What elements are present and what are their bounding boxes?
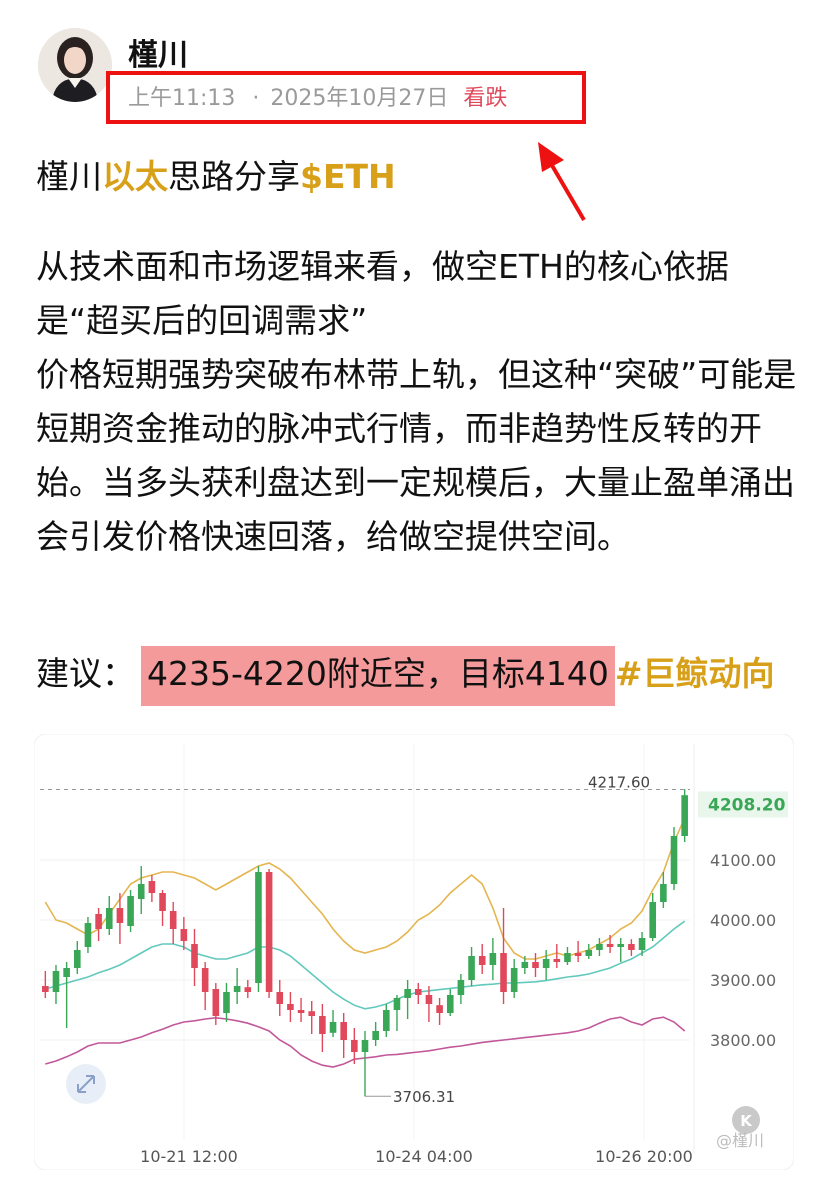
candle-body (457, 980, 465, 995)
candle-body (414, 989, 422, 995)
post-title: 槿川以太思路分享$ETH (36, 150, 396, 198)
post-body: 从技术面和市场逻辑来看，做空ETH的核心依据是“超买后的回调需求” 价格短期强势… (36, 240, 806, 564)
low-price-label: 3706.31 (393, 1088, 455, 1106)
candle-body (276, 992, 284, 1004)
hashtag-link[interactable]: #巨鲸动向 (615, 654, 775, 693)
candle-body (446, 995, 454, 1013)
avatar[interactable] (38, 28, 112, 102)
suggestion-value: 4235-4220附近空，目标4140 (141, 646, 615, 706)
candle-body (63, 968, 70, 977)
candle-body (574, 953, 582, 956)
candle-body (500, 953, 507, 992)
candle-body (617, 944, 625, 947)
candle-body (596, 944, 603, 950)
candlestick-chart: 4100.00 4000.00 3900.00 3800.00 10-21 12:00 1… (33, 733, 795, 1171)
candle-body (542, 959, 550, 968)
candle-body (212, 989, 220, 1016)
candle-body (255, 872, 262, 983)
paragraph: 价格短期强势突破布林带上轨，但这种“突破”可能是短期资金推动的脉冲式行情，而非趋… (36, 355, 797, 556)
candle-body (329, 1022, 337, 1033)
candle-body (95, 914, 102, 929)
candle-body (468, 956, 475, 980)
candle-body (169, 911, 177, 929)
candle-body (159, 893, 166, 911)
candle-body (148, 881, 156, 893)
high-price-label: 4217.60 (588, 773, 650, 791)
candle-body (223, 992, 230, 1013)
candle-body (383, 1010, 390, 1031)
k-logo-letter: K (740, 1112, 753, 1130)
candle-body (670, 836, 678, 884)
suggestion-label: 建议： (36, 654, 135, 693)
price-chart[interactable]: 4100.00 4000.00 3900.00 3800.00 10-21 12:00 1… (33, 733, 795, 1171)
candle-body (265, 872, 273, 992)
y-tick-label: 3900.00 (710, 971, 776, 990)
candle-body (361, 1040, 369, 1052)
x-tick-label: 10-24 04:00 (375, 1147, 473, 1166)
candle-body (201, 968, 209, 992)
candle-body (393, 998, 401, 1010)
candle-body (564, 953, 571, 962)
candle-body (510, 968, 518, 992)
candle-body (180, 929, 188, 941)
candle-body (308, 1011, 316, 1016)
candle-body (191, 944, 198, 968)
candle-body (137, 884, 145, 899)
author-name[interactable]: 槿川 (128, 30, 188, 74)
candle-body (105, 908, 113, 929)
candle-body (425, 995, 433, 1004)
candle-body (606, 944, 614, 947)
candle-body (127, 896, 134, 926)
candle-body (319, 1016, 326, 1034)
paragraph: 从技术面和市场逻辑来看，做空ETH的核心依据是“超买后的回调需求” (36, 247, 729, 340)
candle-body (52, 971, 60, 992)
candle-body (553, 959, 561, 962)
candle-body (73, 950, 81, 968)
candle-body (340, 1022, 347, 1040)
candle-body (436, 1005, 443, 1013)
candle-body (532, 962, 539, 968)
candle-body (287, 1004, 294, 1010)
candle-body (404, 989, 411, 998)
candle-body (351, 1040, 358, 1052)
candle-body (489, 953, 497, 965)
title-middle: 思路分享 (168, 157, 300, 196)
watermark: @槿川 (716, 1131, 764, 1150)
highlight-box (106, 71, 586, 124)
x-tick-label: 10-26 20:00 (595, 1147, 693, 1166)
y-tick-label: 4100.00 (710, 851, 776, 870)
title-prefix: 槿川 (36, 157, 102, 196)
y-tick-label: 3800.00 (710, 1031, 776, 1050)
candle-body (372, 1031, 379, 1040)
title-highlight[interactable]: 以太 (102, 157, 168, 196)
candle-body (84, 923, 92, 947)
candle-body (42, 986, 49, 992)
candle-body (681, 795, 688, 836)
candle-body (478, 956, 486, 965)
candle-body (638, 938, 646, 950)
ticker-link[interactable]: $ETH (300, 157, 396, 196)
candle-body (649, 902, 657, 938)
suggestion-line: 建议： 4235-4220附近空，目标4140 #巨鲸动向 (36, 646, 775, 706)
last-price-label: 4208.20 (708, 795, 786, 815)
candle-body (585, 950, 593, 956)
candle-body (628, 944, 635, 950)
y-tick-label: 4000.00 (710, 911, 776, 930)
x-tick-label: 10-21 12:00 (140, 1147, 238, 1166)
candle-body (116, 908, 124, 923)
candle-body (660, 884, 667, 902)
annotation-arrow-icon (538, 142, 586, 222)
candle-body (521, 962, 529, 968)
candle-body (244, 987, 252, 992)
candle-body (233, 986, 241, 992)
candle-body (297, 1010, 305, 1013)
